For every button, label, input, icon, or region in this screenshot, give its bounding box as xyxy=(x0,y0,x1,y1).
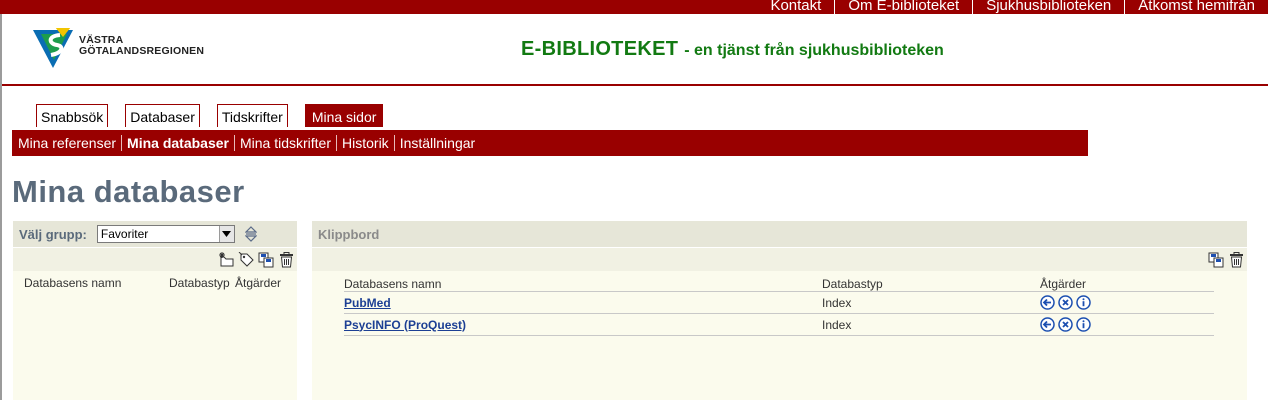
clipboard-title: Klippbord xyxy=(318,226,380,242)
window-frame xyxy=(0,0,2,400)
table-row: PubMed Index xyxy=(344,291,1214,314)
vgr-logo[interactable]: VÄSTRA GÖTALANDSREGIONEN xyxy=(33,27,223,70)
column-atgarder: Åtgärder xyxy=(1040,275,1214,292)
tab-databaser[interactable]: Databaser xyxy=(125,104,200,127)
site-title-main: E-BIBLIOTEKET xyxy=(521,38,679,60)
column-databasens-namn: Databasens namn xyxy=(24,276,122,290)
top-bar: Kontakt Om E-biblioteket Sjukhusbibliote… xyxy=(0,0,1268,14)
tab-snabbsok[interactable]: Snabbsök xyxy=(36,104,109,127)
group-select-label: Välj grupp: xyxy=(19,226,87,242)
groups-panel: Välj grupp: Favoriter Databasens namn Da… xyxy=(13,221,297,400)
database-type: Index xyxy=(822,313,1040,336)
top-link-atkomst-hemifran[interactable]: Åtkomst hemifrån xyxy=(1124,0,1268,14)
site-title-subtitle: - en tjänst från sjukhusbiblioteken xyxy=(684,42,944,59)
info-icon[interactable] xyxy=(1076,317,1091,332)
row-actions xyxy=(1040,295,1214,310)
top-links: Kontakt Om E-biblioteket Sjukhusbibliote… xyxy=(757,0,1268,14)
groups-toolbar xyxy=(13,247,297,271)
info-icon[interactable] xyxy=(1076,295,1091,310)
back-arrow-icon[interactable] xyxy=(1040,295,1055,310)
group-select-value: Favoriter xyxy=(100,227,149,241)
row-actions xyxy=(1040,317,1214,332)
group-select[interactable]: Favoriter xyxy=(96,225,235,243)
column-databastyp: Databastyp xyxy=(822,275,1040,292)
header-divider xyxy=(2,84,1268,86)
clipboard-toolbar xyxy=(312,247,1247,271)
clipboard-table-header: Databasens namn Databastyp Åtgärder xyxy=(344,275,1214,292)
database-link-psycinfo[interactable]: PsycINFO (ProQuest) xyxy=(344,318,466,332)
clipboard-table: Databasens namn Databastyp Åtgärder PubM… xyxy=(344,275,1214,336)
database-type: Index xyxy=(822,291,1040,314)
subnav-mina-referenser[interactable]: Mina referenser xyxy=(12,135,121,151)
sort-arrows-icon[interactable] xyxy=(244,226,257,242)
clipboard-panel: Klippbord Databasens namn Databastyp Åtg… xyxy=(312,221,1247,400)
logo-line-2: GÖTALANDSREGIONEN xyxy=(79,45,205,57)
site-title: E-BIBLIOTEKET - en tjänst från sjukhusbib… xyxy=(521,38,944,61)
groups-table-header: Databasens namn Databastyp Åtgärder xyxy=(13,274,297,294)
database-link-pubmed[interactable]: PubMed xyxy=(344,296,391,310)
top-link-sjukhusbiblioteken[interactable]: Sjukhusbiblioteken xyxy=(972,0,1124,14)
chevron-down-icon[interactable] xyxy=(218,226,234,242)
copy-icon[interactable] xyxy=(258,252,275,268)
sub-navigation: Mina referenser Mina databaser Mina tids… xyxy=(12,130,1088,156)
top-link-om-e-biblioteket[interactable]: Om E-biblioteket xyxy=(834,0,972,14)
page-title: Mina databaser xyxy=(12,174,245,209)
tab-mina-sidor[interactable]: Mina sidor xyxy=(304,104,384,127)
remove-circle-icon[interactable] xyxy=(1058,317,1073,332)
column-atgarder: Åtgärder xyxy=(235,276,282,290)
tag-icon[interactable] xyxy=(238,252,255,268)
main-tabs: Snabbsök Databaser Tidskrifter Mina sido… xyxy=(36,104,384,127)
subnav-mina-databaser[interactable]: Mina databaser xyxy=(121,135,234,151)
back-arrow-icon[interactable] xyxy=(1040,317,1055,332)
table-row: PsycINFO (ProQuest) Index xyxy=(344,313,1214,336)
subnav-installningar[interactable]: Inställningar xyxy=(393,135,481,151)
clipboard-header: Klippbord xyxy=(312,221,1247,247)
subnav-historik[interactable]: Historik xyxy=(336,135,394,151)
copy-icon[interactable] xyxy=(1208,252,1225,268)
trash-icon[interactable] xyxy=(278,252,295,268)
subnav-mina-tidskrifter[interactable]: Mina tidskrifter xyxy=(233,135,336,151)
tab-tidskrifter[interactable]: Tidskrifter xyxy=(216,104,288,127)
vgr-emblem-icon xyxy=(33,27,73,68)
new-group-icon[interactable] xyxy=(218,252,235,268)
top-link-kontakt[interactable]: Kontakt xyxy=(757,0,834,14)
groups-panel-header: Välj grupp: Favoriter xyxy=(13,221,297,247)
column-databastyp: Databastyp xyxy=(169,276,230,290)
trash-icon[interactable] xyxy=(1228,252,1245,268)
column-databasens-namn: Databasens namn xyxy=(344,275,822,292)
logo-wordmark: VÄSTRA GÖTALANDSREGIONEN xyxy=(79,35,204,57)
remove-circle-icon[interactable] xyxy=(1058,295,1073,310)
